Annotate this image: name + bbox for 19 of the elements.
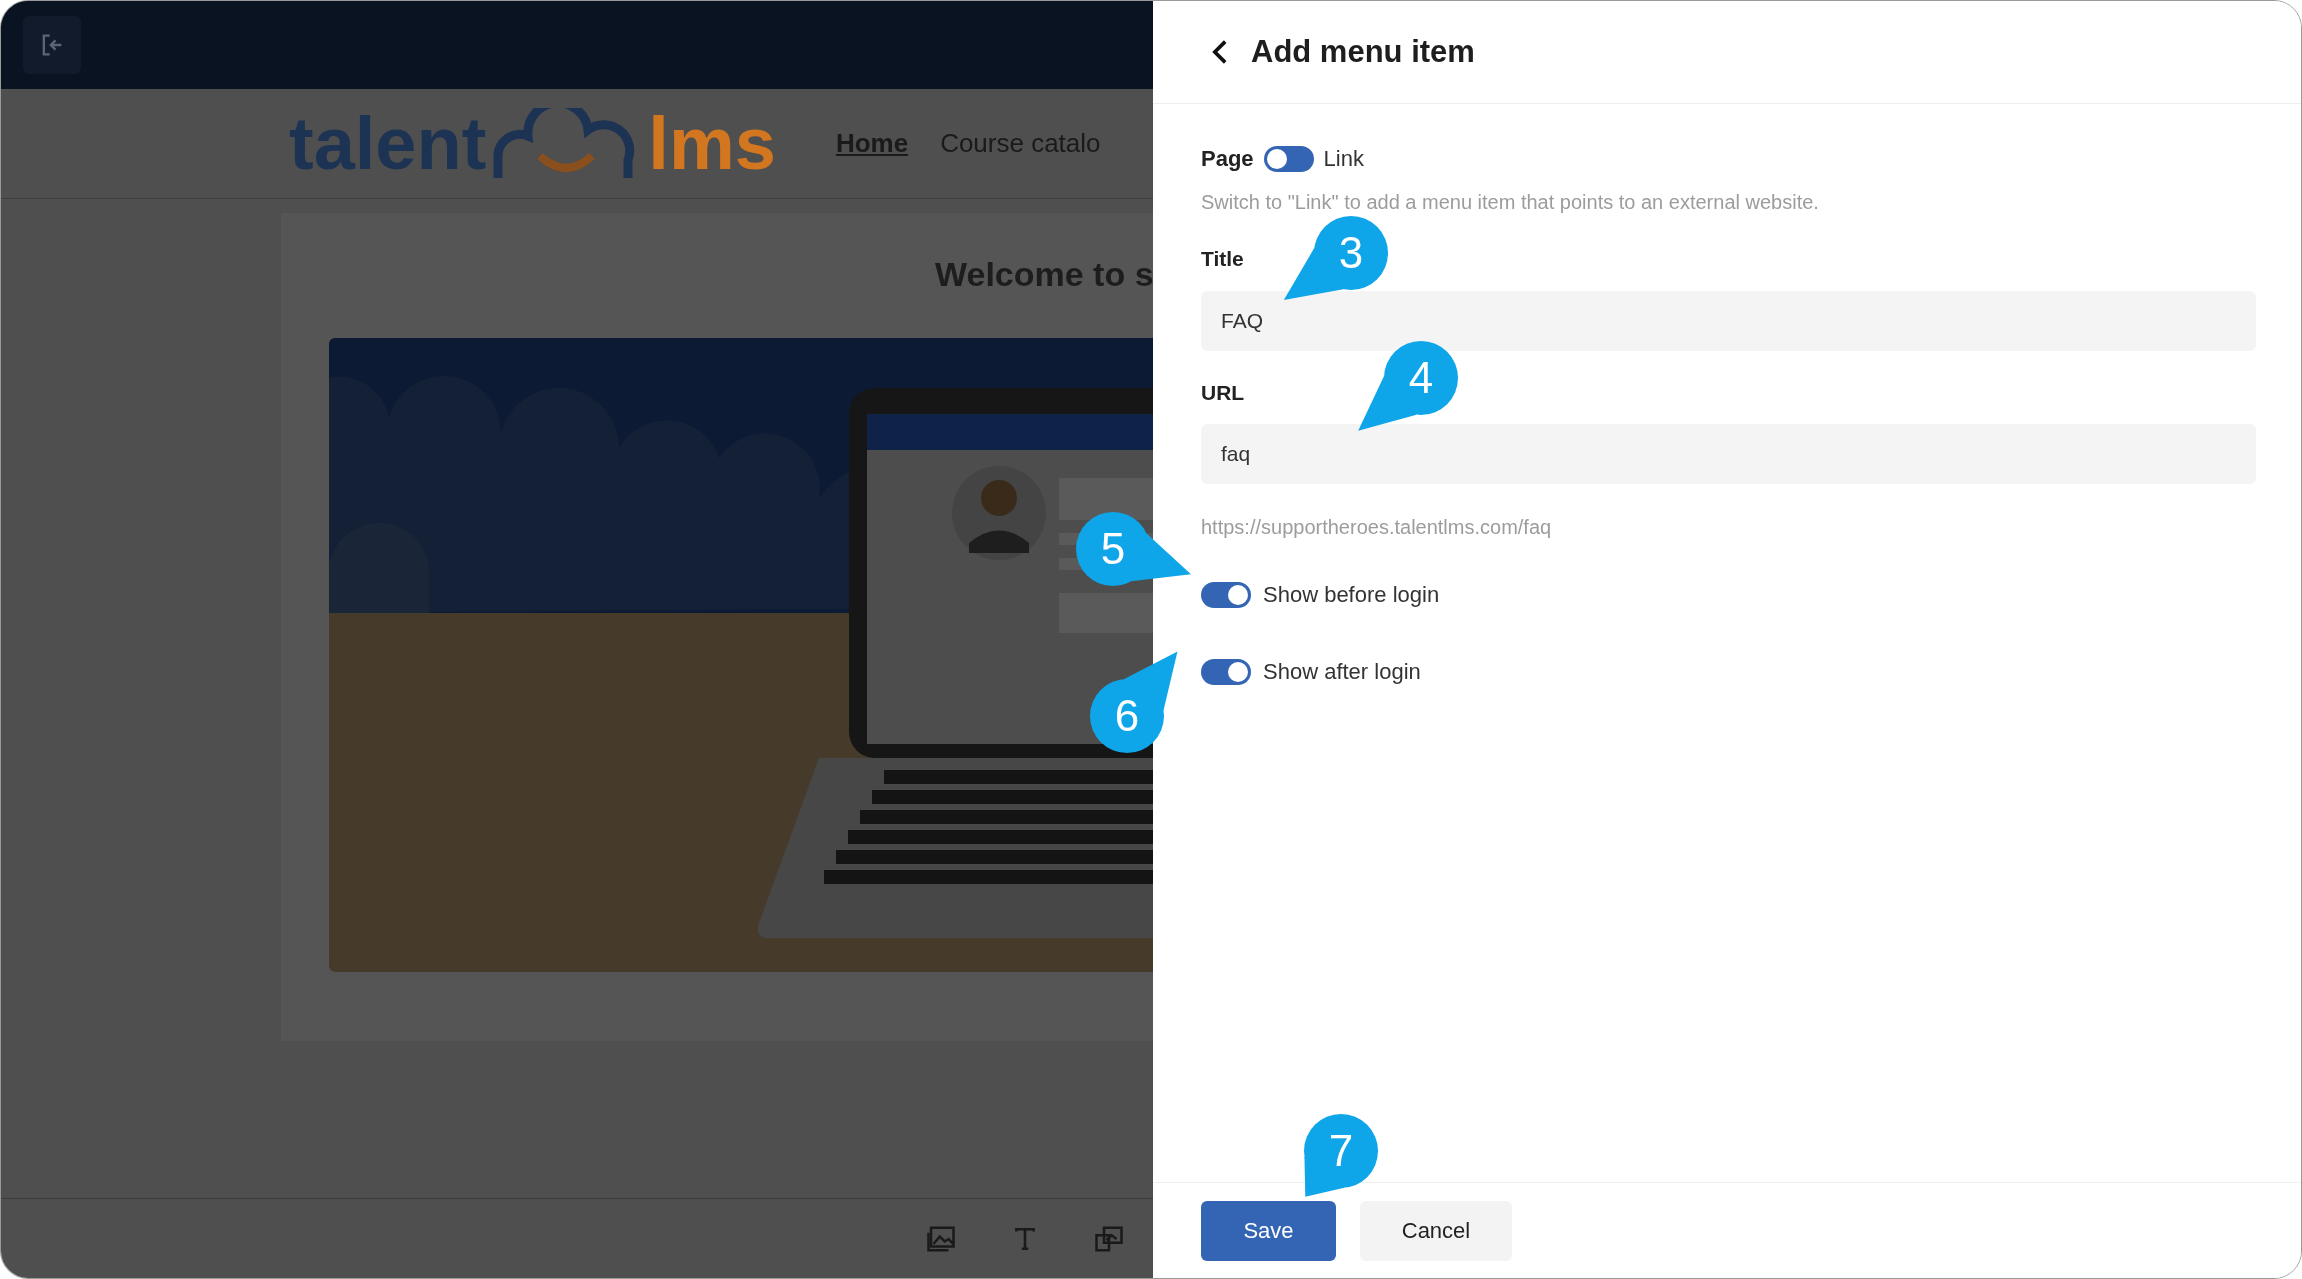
input-field[interactable]: FAQ <box>1201 290 2256 351</box>
hint-text: Switch to "Link" to add a menu item that points to an external website. <box>1201 190 1820 215</box>
page-heading: Welcome to s <box>934 254 1153 295</box>
input-field[interactable]: faq <box>1201 424 2256 484</box>
toggle-switch[interactable] <box>1201 581 1251 608</box>
toggle-switch[interactable] <box>1201 658 1251 685</box>
link-option-label: Link <box>1323 145 1364 173</box>
page-option-label: Page <box>1201 145 1254 173</box>
panel-title: Add menu item <box>1251 32 1475 71</box>
save-button[interactable]: Save <box>1201 1200 1336 1261</box>
toggle-label: Show before login <box>1263 581 1440 609</box>
exit-icon[interactable] <box>23 16 81 74</box>
field-label: URL <box>1201 379 1245 406</box>
toggle-label: Show after login <box>1263 658 1421 686</box>
cancel-button[interactable]: Cancel <box>1360 1200 1512 1261</box>
toggle-switch[interactable] <box>1263 145 1314 172</box>
back-chevron-icon[interactable] <box>1211 39 1229 65</box>
field-label: Title <box>1201 246 1244 272</box>
url-preview: https://supportheroes.talentlms.com/faq <box>1201 515 1553 540</box>
